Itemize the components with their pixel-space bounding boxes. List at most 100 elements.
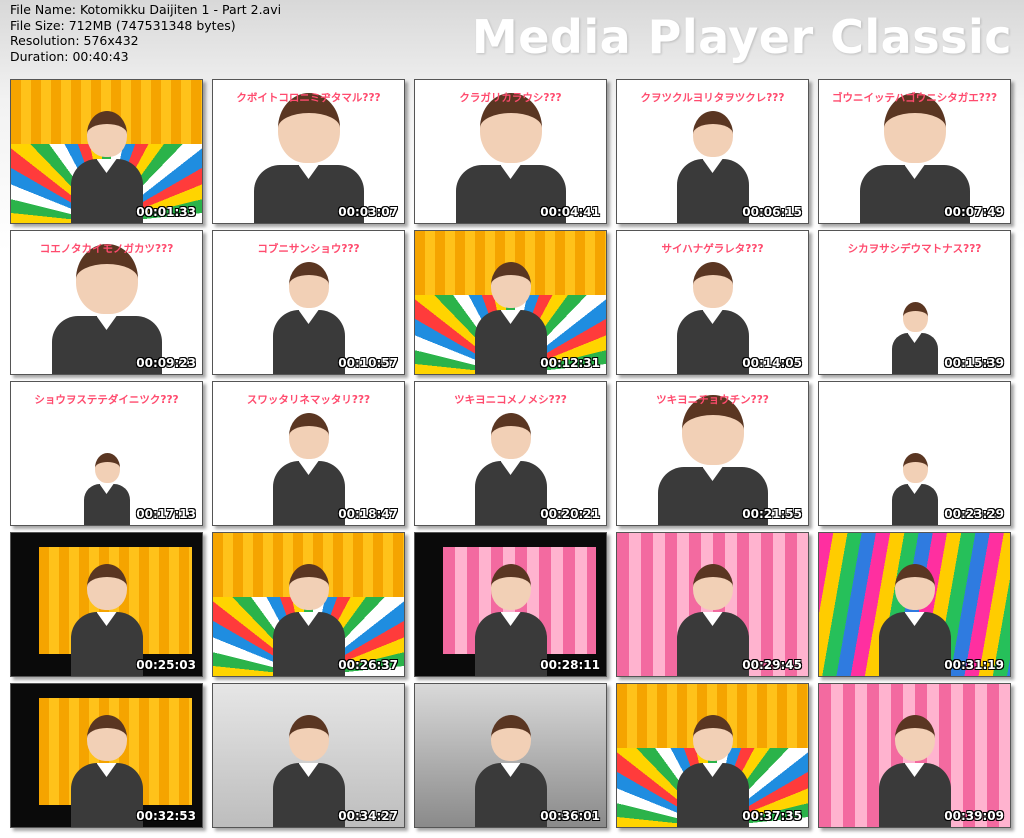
thumbnail-timestamp: 00:04:41 [540,205,600,219]
figure-head [894,564,935,610]
figure-head [490,715,531,761]
video-thumbnail[interactable]: 00:28:11 [414,532,607,677]
video-thumbnail[interactable]: 00:37:35 [616,683,809,828]
thumbnail-caption: クラガリカラウシ??? [459,92,562,104]
video-thumbnail[interactable]: ツキヨニコメノメシ??? 00:20:21 [414,381,607,526]
thumbnail-timestamp: 00:10:57 [338,356,398,370]
person-figure [676,564,749,676]
thumbnail-caption: クヲツクルヨリタヲツクレ??? [640,92,785,104]
person-figure [474,564,547,676]
person-figure [70,111,143,223]
figure-head [288,715,329,761]
figure-head [490,413,531,459]
person-figure [676,111,749,223]
video-thumbnail[interactable]: クヲツクルヨリタヲツクレ??? 00:06:15 [616,79,809,224]
thumbnail-caption: コブニサンショウ??? [257,243,360,255]
thumbnail-timestamp: 00:39:09 [944,809,1004,823]
thumbnail-caption: スワッタリネマッタリ??? [246,394,371,406]
video-thumbnail[interactable]: サイハナゲラレタ??? 00:14:05 [616,230,809,375]
person-figure [474,715,547,827]
thumbnail-caption: サイハナゲラレタ??? [661,243,764,255]
video-thumbnail[interactable]: コブニサンショウ??? 00:10:57 [212,230,405,375]
video-thumbnail[interactable]: ゴウニイッテハゴウニシタガエ??? 00:07:49 [818,79,1011,224]
video-thumbnail[interactable]: 00:25:03 [10,532,203,677]
video-thumbnail[interactable]: 00:26:37 [212,532,405,677]
thumbnail-timestamp: 00:31:19 [944,658,1004,672]
thumbnail-timestamp: 00:29:45 [742,658,802,672]
figure-head [86,111,127,157]
figure-head [288,564,329,610]
person-figure [676,715,749,827]
thumbnail-caption: ツキヨニコメノメシ??? [454,394,567,406]
brand-watermark: Media Player Classic [471,10,1012,64]
video-thumbnail[interactable]: シカヲサシデウマトナス??? 00:15:39 [818,230,1011,375]
person-figure [51,244,162,374]
person-figure [474,413,547,525]
thumbnail-timestamp: 00:18:47 [338,507,398,521]
person-figure [272,262,345,374]
video-thumbnail[interactable]: コエノタカイモノガカツ??? 00:09:23 [10,230,203,375]
video-thumbnail[interactable]: 00:36:01 [414,683,607,828]
thumbnail-caption: ツキヨニチョウチン??? [656,394,769,406]
video-thumbnail[interactable]: スワッタリネマッタリ??? 00:18:47 [212,381,405,526]
thumbnail-timestamp: 00:15:39 [944,356,1004,370]
thumbnail-caption: クボイトコロニミヂタマル??? [236,92,381,104]
figure-head [902,453,928,483]
figure-head [490,262,531,308]
figure-head [894,715,935,761]
thumbnail-timestamp: 00:28:11 [540,658,600,672]
video-thumbnail[interactable]: 00:23:29 [818,381,1011,526]
video-thumbnail[interactable]: 00:12:31 [414,230,607,375]
person-figure [878,715,951,827]
video-thumbnail[interactable]: 00:39:09 [818,683,1011,828]
thumbnail-timestamp: 00:06:15 [742,205,802,219]
figure-head [692,111,733,157]
figure-head [86,715,127,761]
video-thumbnail[interactable]: 00:29:45 [616,532,809,677]
duration: Duration: 00:40:43 [10,48,129,64]
thumbnail-timestamp: 00:34:27 [338,809,398,823]
thumbnail-timestamp: 00:26:37 [338,658,398,672]
person-figure [70,715,143,827]
thumbnail-caption: コエノタカイモノガカツ??? [39,243,174,255]
video-thumbnail[interactable]: ツキヨニチョウチン??? 00:21:55 [616,381,809,526]
thumbnail-timestamp: 00:23:29 [944,507,1004,521]
thumbnail-caption: ゴウニイッテハゴウニシタガエ??? [831,92,998,104]
resolution: Resolution: 576x432 [10,33,139,49]
figure-head [288,262,329,308]
video-thumbnail[interactable]: クボイトコロニミヂタマル??? 00:03:07 [212,79,405,224]
person-figure [657,395,768,525]
person-figure [891,453,938,525]
thumbnail-timestamp: 00:36:01 [540,809,600,823]
figure-head [86,564,127,610]
person-figure [859,93,970,223]
figure-head [490,564,531,610]
video-thumbnail[interactable]: 00:01:33 [10,79,203,224]
figure-head [692,262,733,308]
person-figure [83,453,130,525]
thumbnail-timestamp: 00:32:53 [136,809,196,823]
thumbnail-caption: シカヲサシデウマトナス??? [847,243,982,255]
person-figure [70,564,143,676]
file-info: File Name: Kotomikku Daijiten 1 - Part 2… [10,2,281,64]
thumbnail-timestamp: 00:12:31 [540,356,600,370]
thumbnail-timestamp: 00:14:05 [742,356,802,370]
person-figure [272,413,345,525]
figure-head [902,302,928,332]
video-thumbnail[interactable]: クラガリカラウシ??? 00:04:41 [414,79,607,224]
figure-head [288,413,329,459]
thumbnail-timestamp: 00:37:35 [742,809,802,823]
video-thumbnail[interactable]: 00:32:53 [10,683,203,828]
thumbnail-timestamp: 00:07:49 [944,205,1004,219]
file-size: File Size: 712MB (747531348 bytes) [10,17,236,33]
video-thumbnail[interactable]: ショウヲステテダイニツク??? 00:17:13 [10,381,203,526]
person-figure [474,262,547,374]
thumbnail-timestamp: 00:25:03 [136,658,196,672]
video-thumbnail[interactable]: 00:31:19 [818,532,1011,677]
person-figure [272,564,345,676]
thumbnail-timestamp: 00:01:33 [136,205,196,219]
thumbnail-timestamp: 00:20:21 [540,507,600,521]
person-figure [891,302,938,374]
thumbnail-timestamp: 00:09:23 [136,356,196,370]
video-thumbnail[interactable]: 00:34:27 [212,683,405,828]
